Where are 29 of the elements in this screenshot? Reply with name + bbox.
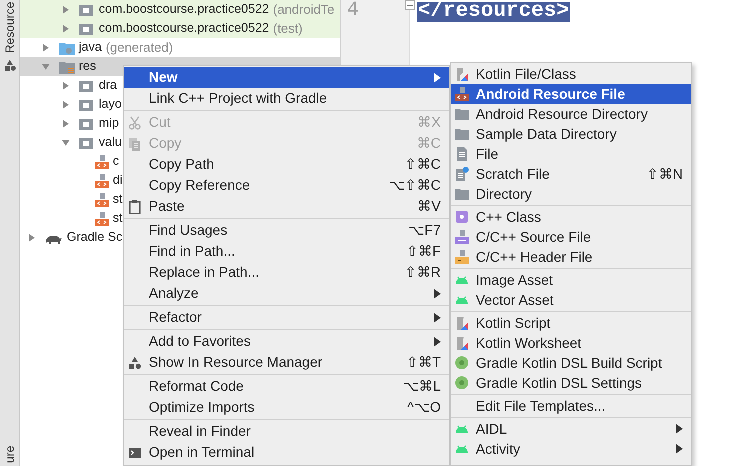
shortcut-label: ⌘C [416,134,441,153]
tree-item-note: (test) [273,20,303,38]
shortcut-label: ⇧⌘T [406,353,441,372]
line-number: 4 [347,0,360,24]
shortcut-label: ⌥⇧⌘C [388,176,441,195]
shortcut-label: ⇧⌘N [646,164,683,184]
shortcut-label: ⌥⌘L [403,377,441,396]
tree-item-label: valu [99,134,122,152]
tree-item-label: res [79,58,96,76]
shortcut-label: ⇧⌘F [406,242,441,261]
tree-item-label: di [113,172,123,190]
tree-item-label: com.boostcourse.practice0522 [99,20,270,38]
tree-item-note: (androidTe [273,0,335,19]
shortcut-label: ⌘X [418,113,441,132]
tree-item-label: java [79,39,102,56]
tree-item-label: c [113,153,120,170]
tree-item-label: dra [99,77,118,94]
shortcut-label: ⇧⌘R [404,263,441,282]
tree-item-note: (generated) [106,38,174,57]
tree-item-label: st [113,210,123,228]
shortcut-label: ⌥F7 [408,221,441,240]
shortcut-label: ⌘V [418,197,441,216]
tree-item-label: mip [99,115,120,132]
shortcut-label: ^⌥O [408,398,441,417]
shortcut-label: ⇧⌘C [404,155,441,174]
tree-item-label: com.boostcourse.practice0522 [99,1,270,18]
tree-item-label: Gradle Sc [67,229,123,246]
tree-item-label: layo [99,96,122,114]
tree-item-label: st [113,191,123,208]
